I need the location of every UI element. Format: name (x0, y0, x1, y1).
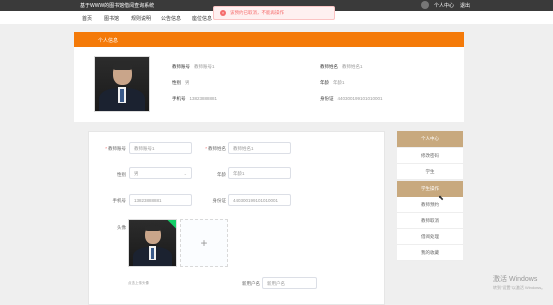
profile-header-title: 个人信息 (98, 38, 119, 44)
avatar-upload-button[interactable]: + (180, 219, 228, 267)
teacher-name-label: *教师姓名 (205, 146, 226, 151)
teacher-name-input[interactable]: 教师姓名1 (228, 142, 291, 154)
user-center-link[interactable]: 个人中心 (434, 2, 454, 9)
profile-photo (94, 56, 150, 112)
gender-select[interactable]: 男 ⌄ (129, 167, 192, 179)
id-card-label: 身份证 (212, 198, 227, 203)
menu-item-borrow-handling[interactable]: 借阅处理 (397, 229, 463, 245)
avatar-photo (129, 220, 176, 266)
info-teacher-no: 教师账号 教师账号1 (172, 64, 215, 69)
menu-item-teacher-cancel[interactable]: 教师取消 (397, 213, 463, 229)
teacher-no-input[interactable]: 教师账号1 (129, 142, 192, 154)
mouse-cursor-icon: ⬉ (438, 195, 444, 202)
profile-header: 个人信息 (74, 32, 464, 47)
nav-item-home[interactable]: 首页 (82, 15, 92, 22)
extra-label: 新用户名 (242, 281, 260, 286)
activation-watermark-sub: 转到"设置"以激活 Windows。 (493, 285, 546, 290)
extra-input[interactable]: 新用户名 (262, 277, 317, 289)
avatar-preview[interactable] (128, 219, 177, 267)
phone-label: 手机号 (112, 198, 127, 203)
info-id-card: 身份证 440300199101010001 (320, 96, 383, 101)
info-teacher-name: 教师姓名 教师姓名1 (320, 64, 363, 69)
nav-item-rules[interactable]: 规则说明 (131, 15, 151, 22)
nav-item-notices[interactable]: 公告信息 (161, 15, 181, 22)
system-title: 基于WWW的图书馆借阅查询系统 (80, 3, 155, 9)
info-gender: 性别男 (172, 80, 190, 85)
age-input[interactable]: 年龄1 (228, 167, 291, 179)
upload-hint: 点击上传头像 (128, 281, 149, 285)
id-card-input[interactable]: 440300199101010001 (228, 194, 291, 206)
menu-item-student-ops[interactable]: 学生操作 (397, 181, 463, 197)
menu-item-teacher-reserve[interactable]: 教师预约 (397, 197, 463, 213)
toast-message: 该预约已取消，不能再操作 (230, 10, 284, 15)
info-phone: 手机号 13823888881 (172, 96, 218, 101)
chevron-down-icon: ⌄ (183, 171, 187, 176)
error-toast: × 该预约已取消，不能再操作 (213, 6, 335, 20)
error-icon: × (220, 10, 226, 16)
avatar-label: 头像 (117, 225, 126, 230)
logout-link[interactable]: 退出 (460, 2, 470, 9)
info-age: 年龄 年龄1 (320, 80, 345, 85)
nav-item-library[interactable]: 图书馆 (104, 15, 119, 22)
profile-card: 个人信息 教师账号 教师账号1 教师姓名 教师姓名1 性别男 年龄 年龄1 手机号 13… (74, 32, 464, 122)
edit-form (88, 131, 385, 305)
menu-item-student[interactable]: 学生 (397, 164, 463, 180)
teacher-no-label: *教师账号 (105, 146, 126, 151)
phone-input[interactable]: 13823888881 (129, 194, 192, 206)
user-avatar[interactable] (421, 1, 429, 9)
menu-item-change-password[interactable]: 修改密码 (397, 148, 463, 164)
gender-label: 性别 (117, 172, 126, 177)
nav-item-seats[interactable]: 座位信息 (192, 15, 212, 22)
age-label: 年龄 (217, 172, 226, 177)
menu-item-my-favorites[interactable]: 我的收藏 (397, 245, 463, 261)
activation-watermark: 激活 Windows (493, 276, 538, 283)
menu-item-user-center[interactable]: 个人中心 (397, 131, 463, 147)
